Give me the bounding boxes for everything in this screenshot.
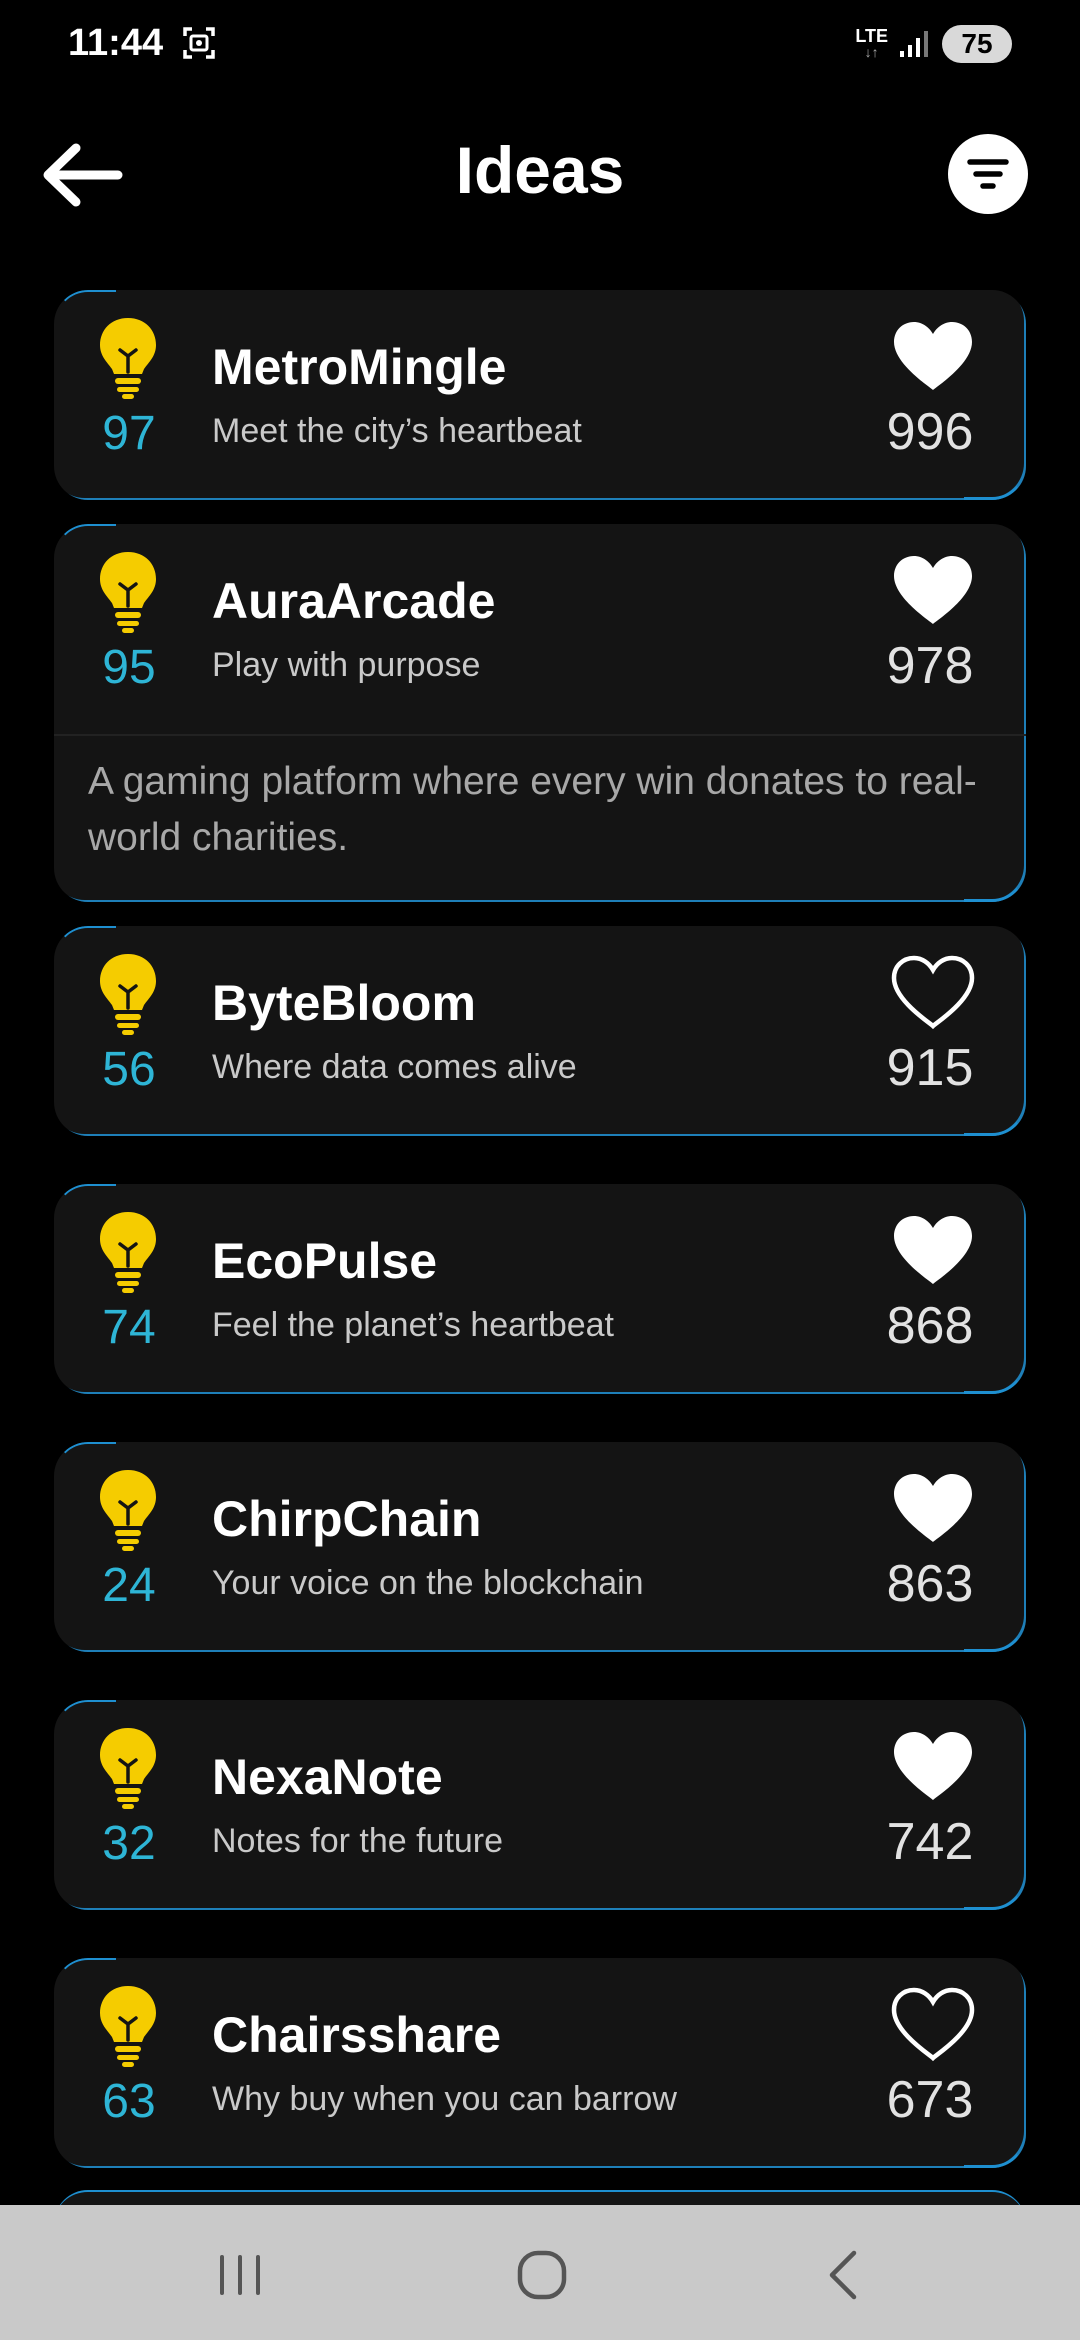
idea-card-main: 95 AuraArcade Play with purpose 978 — [54, 524, 1026, 734]
navigation-bar — [0, 2205, 1080, 2340]
like-count: 742 — [886, 1813, 974, 1871]
signal-icon — [900, 31, 928, 57]
idea-title: ByteBloom — [212, 975, 476, 1031]
idea-card-main: 24 ChirpChain Your voice on the blockchain… — [54, 1442, 1026, 1652]
page-title: Ideas — [455, 133, 625, 207]
like-count: 673 — [886, 2071, 974, 2129]
status-indicators: LTE ↓↑ 75 — [855, 22, 1012, 66]
idea-card-main: 74 EcoPulse Feel the planet’s heartbeat 868 — [54, 1184, 1026, 1394]
status-time: 11:44 — [68, 22, 164, 64]
heart-outline-icon[interactable] — [890, 1986, 976, 2062]
idea-score: 24 — [102, 1559, 156, 1612]
idea-card[interactable]: 32 NexaNote Notes for the future 742 — [54, 1700, 1026, 1910]
heart-filled-icon[interactable] — [890, 1212, 976, 1288]
idea-tagline: Meet the city’s heartbeat — [212, 412, 582, 450]
idea-score: 56 — [102, 1043, 156, 1096]
idea-score: 97 — [102, 407, 156, 460]
idea-tagline: Why buy when you can barrow — [212, 2080, 677, 2118]
header: Ideas — [0, 120, 1080, 230]
lightbulb-icon — [100, 552, 156, 633]
idea-description: A gaming platform where every win donate… — [54, 734, 1026, 902]
like-count: 868 — [886, 1297, 974, 1355]
idea-tagline: Your voice on the blockchain — [212, 1564, 644, 1602]
idea-score: 32 — [102, 1817, 156, 1870]
recent-apps-icon[interactable] — [210, 2245, 270, 2305]
idea-tagline: Play with purpose — [212, 646, 481, 684]
heart-filled-icon[interactable] — [890, 552, 976, 628]
ideas-list: 97 MetroMingle Meet the city’s heartbeat 99… — [54, 290, 1026, 2216]
network-indicator: LTE ↓↑ — [855, 26, 888, 60]
status-bar: 11:44 LTE ↓↑ 75 — [0, 0, 1080, 90]
idea-card[interactable]: 63 Chairsshare Why buy when you can barrow… — [54, 1958, 1026, 2168]
idea-card[interactable]: 74 EcoPulse Feel the planet’s heartbeat 868 — [54, 1184, 1026, 1394]
idea-card-main: 56 ByteBloom Where data comes alive 915 — [54, 926, 1026, 1136]
screenshot-icon — [183, 27, 215, 59]
heart-outline-icon[interactable] — [890, 954, 976, 1030]
idea-title: MetroMingle — [212, 339, 507, 395]
battery-indicator: 75 — [942, 25, 1012, 63]
idea-title: Chairsshare — [212, 2007, 502, 2063]
like-count: 915 — [886, 1039, 974, 1097]
idea-score: 74 — [102, 1301, 156, 1354]
idea-tagline: Notes for the future — [212, 1822, 504, 1860]
lightbulb-icon — [100, 318, 156, 399]
lightbulb-icon — [100, 1212, 156, 1293]
idea-tagline: Where data comes alive — [212, 1048, 577, 1086]
idea-card[interactable]: 24 ChirpChain Your voice on the blockchain… — [54, 1442, 1026, 1652]
home-icon[interactable] — [512, 2245, 572, 2305]
idea-title: NexaNote — [212, 1749, 443, 1805]
lightbulb-icon — [100, 1728, 156, 1809]
idea-card[interactable]: 97 MetroMingle Meet the city’s heartbeat 99… — [54, 290, 1026, 500]
idea-card-main: 97 MetroMingle Meet the city’s heartbeat 99… — [54, 290, 1026, 500]
heart-filled-icon[interactable] — [890, 1728, 976, 1804]
filter-icon — [967, 159, 1009, 189]
like-count: 996 — [886, 403, 974, 461]
idea-card-main: 32 NexaNote Notes for the future 742 — [54, 1700, 1026, 1910]
idea-card[interactable]: 95 AuraArcade Play with purpose 978 A gaming… — [54, 524, 1026, 902]
lightbulb-icon — [100, 1986, 156, 2067]
heart-filled-icon[interactable] — [890, 1470, 976, 1546]
idea-card-main: 63 Chairsshare Why buy when you can barrow… — [54, 1958, 1026, 2168]
idea-score: 95 — [102, 641, 156, 694]
idea-title: ChirpChain — [212, 1491, 482, 1547]
idea-tagline: Feel the planet’s heartbeat — [212, 1306, 614, 1344]
heart-filled-icon[interactable] — [890, 318, 976, 394]
like-count: 978 — [886, 637, 974, 695]
idea-card[interactable]: 56 ByteBloom Where data comes alive 915 — [54, 926, 1026, 1136]
back-icon[interactable] — [816, 2245, 876, 2305]
filter-button[interactable] — [948, 134, 1028, 214]
like-count: 863 — [886, 1555, 974, 1613]
idea-title: EcoPulse — [212, 1233, 438, 1289]
lightbulb-icon — [100, 954, 156, 1035]
lightbulb-icon — [100, 1470, 156, 1551]
idea-score: 63 — [102, 2075, 156, 2128]
idea-title: AuraArcade — [212, 573, 496, 629]
